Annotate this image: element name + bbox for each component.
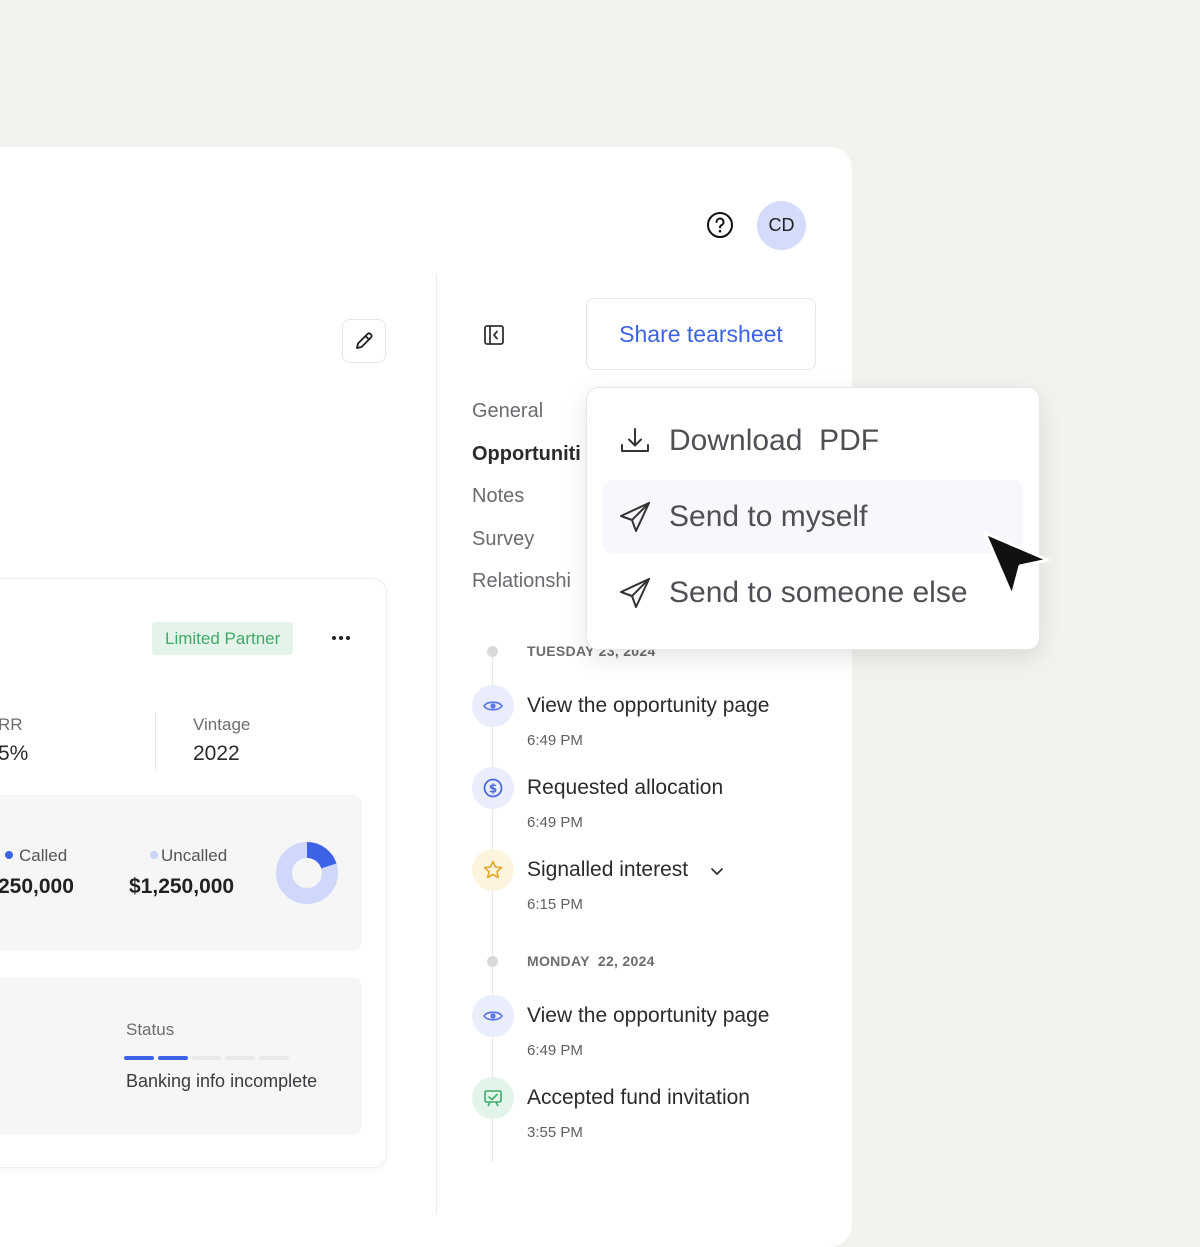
help-icon[interactable] — [706, 211, 734, 239]
uncalled-dot — [150, 851, 158, 859]
timeline-event-title: Accepted fund invitation — [527, 1086, 750, 1109]
uncalled-label: Uncalled — [161, 846, 228, 865]
nav-item-survey[interactable]: Survey — [472, 528, 534, 551]
timeline-event-time: 6:49 PM — [527, 1042, 583, 1059]
eye-icon — [472, 995, 514, 1037]
timeline-event-time: 6:49 PM — [527, 814, 583, 831]
share-menu: Download PDF Send to myself Send to some… — [586, 387, 1040, 650]
eye-icon — [472, 685, 514, 727]
timeline-date-dot — [487, 956, 498, 967]
menu-item-label: Download PDF — [669, 424, 880, 457]
stat-value-irr: 5% — [0, 742, 29, 765]
timeline-event-time: 3:55 PM — [527, 1124, 583, 1141]
more-options-icon[interactable] — [328, 628, 354, 648]
mouse-cursor-icon — [983, 531, 1050, 598]
nav-item-relationships[interactable]: Relationshi — [472, 570, 571, 593]
progress-segment — [225, 1056, 256, 1060]
timeline-event-title: View the opportunity page — [527, 1004, 770, 1027]
column-divider — [436, 274, 437, 1214]
pencil-icon — [356, 332, 373, 349]
called-value: 250,000 — [0, 875, 74, 898]
invitation-icon — [472, 1077, 514, 1119]
download-icon — [621, 428, 649, 452]
edit-button[interactable] — [342, 319, 386, 363]
stat-value-vintage: 2022 — [193, 742, 240, 765]
stat-label-vintage: Vintage — [193, 715, 251, 734]
stat-label-irr: RR — [0, 715, 23, 734]
timeline-event-time: 6:49 PM — [527, 732, 583, 749]
timeline-event-title: Requested allocation — [527, 776, 724, 799]
svg-text:$: $ — [489, 782, 497, 796]
menu-item-label: Send to myself — [669, 500, 868, 533]
star-icon — [472, 849, 514, 891]
status-label: Status — [126, 1020, 175, 1039]
collapse-sidebar-icon[interactable] — [483, 324, 505, 346]
nav-item-notes[interactable]: Notes — [472, 485, 524, 508]
send-icon — [620, 502, 650, 532]
called-dot — [5, 851, 13, 859]
menu-item-download-pdf[interactable]: Download PDF — [603, 404, 1023, 478]
menu-item-send-to-someone-else[interactable]: Send to someone else — [603, 556, 1023, 630]
timeline-date-dot — [487, 646, 498, 657]
menu-item-send-to-myself[interactable]: Send to myself — [603, 480, 1023, 554]
progress-segment — [259, 1056, 289, 1060]
legend-called: Called — [5, 846, 67, 866]
chevron-down-icon[interactable] — [708, 862, 726, 880]
timeline-event-title[interactable]: Signalled interest — [527, 858, 688, 882]
timeline-event-time: 6:15 PM — [527, 896, 583, 913]
nav-item-opportunities[interactable]: Opportuniti — [472, 443, 581, 466]
progress-segment — [157, 1056, 188, 1060]
called-label: Called — [19, 846, 68, 865]
timeline-event-title: View the opportunity page — [527, 694, 770, 717]
progress-segment — [191, 1056, 222, 1060]
stat-divider — [155, 712, 156, 770]
legend-uncalled: Uncalled — [150, 846, 227, 866]
share-tearsheet-button[interactable]: Share tearsheet — [586, 298, 816, 370]
nav-item-general[interactable]: General — [472, 400, 543, 423]
timeline-date: MONDAY 22, 2024 — [527, 953, 655, 969]
uncalled-value: $1,250,000 — [129, 875, 235, 898]
dollar-icon: $ — [472, 767, 514, 809]
avatar[interactable]: CD — [757, 201, 806, 250]
status-text: Banking info incomplete — [126, 1071, 318, 1091]
menu-item-label: Send to someone else — [669, 576, 968, 609]
progress-segment — [124, 1056, 154, 1060]
send-icon — [620, 578, 650, 608]
status-progress — [124, 1056, 289, 1060]
capital-donut-chart — [276, 842, 338, 904]
status-badge: Limited Partner — [152, 622, 294, 655]
